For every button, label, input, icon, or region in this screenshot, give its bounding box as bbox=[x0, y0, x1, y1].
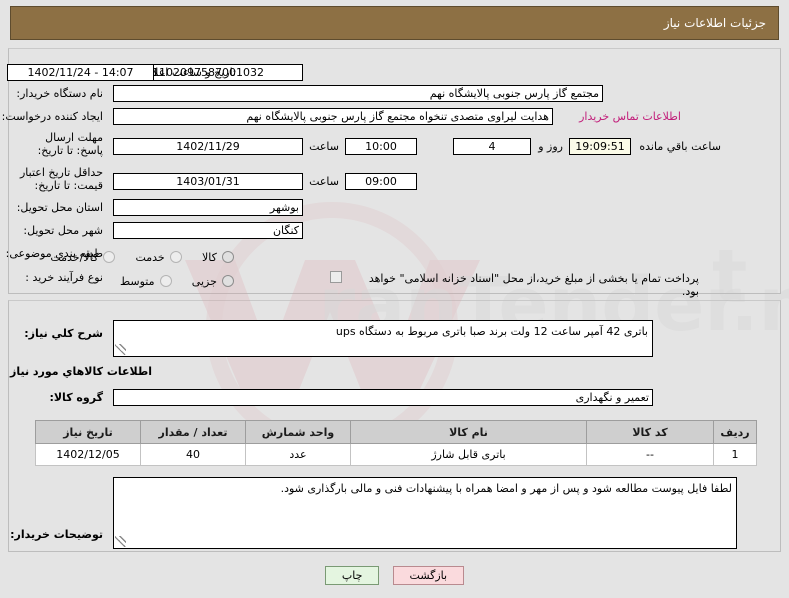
process-radio-jozei[interactable] bbox=[222, 274, 234, 287]
buyer-org-value[interactable]: مجتمع گاز پارس جنوبی پالایشگاه نهم bbox=[113, 85, 603, 102]
province-label: استان محل تحویل: bbox=[16, 201, 103, 214]
requester-value[interactable]: هدایت لیراوی متصدی تنخواه مجتمع گاز پارس… bbox=[113, 108, 553, 125]
buyer-org-label: نام دستگاه خریدار: bbox=[16, 87, 103, 100]
process-label: نوع فرآیند خرید : bbox=[25, 271, 103, 284]
category-radio-kala-khedmat[interactable] bbox=[103, 250, 116, 263]
category-radio-group: کالا خدمت کالا/خدمت bbox=[50, 246, 234, 265]
remaining-days-separator: روز و bbox=[538, 140, 563, 153]
price-validity-date[interactable]: 1403/01/31 bbox=[113, 173, 303, 190]
requester-label: ایجاد کننده درخواست: bbox=[1, 110, 103, 123]
price-validity-label: حداقل تاریخ اعتبار قیمت: تا تاریخ: bbox=[19, 166, 103, 192]
process-option-motevaset-label: متوسط bbox=[119, 275, 155, 288]
process-option-jozei-label: جزیی bbox=[191, 275, 217, 288]
table-header-row: ردیف کد کالا نام کالا واحد شمارش تعداد /… bbox=[35, 420, 757, 444]
category-option-khedmat-label: خدمت bbox=[135, 251, 165, 264]
deadline-date[interactable]: 1402/11/29 bbox=[113, 138, 303, 155]
description-textarea[interactable]: باتری 42 آمپر ساعت 12 ولت برند صبا باتری… bbox=[113, 320, 653, 357]
price-validity-time[interactable]: 09:00 bbox=[345, 173, 417, 190]
col-radif: ردیف bbox=[713, 420, 757, 444]
cell-code: -- bbox=[586, 443, 714, 466]
cell-name: باتری قابل شارژ bbox=[350, 443, 587, 466]
process-radio-group: جزیی متوسط bbox=[120, 270, 234, 289]
print-button[interactable]: چاپ bbox=[324, 566, 380, 585]
deadline-label: مهلت ارسال پاسخ: تا تاریخ: bbox=[37, 131, 103, 157]
category-option-kala-khedmat-label: کالا/خدمت bbox=[50, 251, 99, 264]
buyer-contact-link[interactable]: اطلاعات تماس خریدار bbox=[579, 110, 681, 123]
price-validity-hour-label: ساعت bbox=[309, 175, 339, 188]
cell-unit: عدد bbox=[245, 443, 351, 466]
treasury-checkbox[interactable] bbox=[330, 271, 342, 283]
col-code: کد کالا bbox=[586, 420, 714, 444]
city-label: شهر محل تحویل: bbox=[23, 224, 103, 237]
goods-table: ردیف کد کالا نام کالا واحد شمارش تعداد /… bbox=[35, 420, 757, 466]
table-row: 1 -- باتری قابل شارژ عدد 40 1402/12/05 bbox=[35, 443, 757, 466]
public-announce-value[interactable]: 14:07 - 1402/11/24 bbox=[7, 64, 154, 81]
goods-group-label: گروه کالا: bbox=[49, 391, 103, 404]
treasury-note-label: پرداخت تمام یا بخشی از مبلغ خرید،از محل … bbox=[368, 272, 699, 298]
process-radio-motevaset[interactable] bbox=[159, 274, 172, 287]
page-root: جزئیات اطلاعات نیاز شماره نیاز: 11020975… bbox=[0, 0, 789, 598]
province-value[interactable]: بوشهر bbox=[113, 199, 303, 216]
page-title: جزئیات اطلاعات نیاز bbox=[10, 6, 779, 40]
deadline-time[interactable]: 10:00 bbox=[345, 138, 417, 155]
remaining-days[interactable]: 4 bbox=[453, 138, 531, 155]
buyer-notes-label: توضیحات خریدار: bbox=[10, 528, 103, 541]
remaining-clock: 19:09:51 bbox=[569, 138, 631, 155]
category-radio-khedmat[interactable] bbox=[169, 250, 182, 263]
col-unit: واحد شمارش bbox=[245, 420, 351, 444]
buyer-notes-textarea[interactable]: لطفا فایل پیوست مطالعه شود و پس از مهر و… bbox=[113, 477, 737, 549]
back-button[interactable]: بازگشت bbox=[392, 566, 465, 585]
description-label: شرح کلي نیاز: bbox=[24, 327, 103, 340]
goods-group-value[interactable]: تعمیر و نگهداری bbox=[113, 389, 653, 406]
action-button-bar: بازگشت چاپ bbox=[0, 564, 789, 585]
category-option-kala-label: کالا bbox=[202, 251, 217, 264]
remaining-suffix: ساعت باقي مانده bbox=[639, 140, 721, 153]
deadline-hour-label: ساعت bbox=[309, 140, 339, 153]
cell-date: 1402/12/05 bbox=[35, 443, 141, 466]
cell-radif: 1 bbox=[713, 443, 757, 466]
cell-qty: 40 bbox=[140, 443, 246, 466]
col-date: تاریخ نیاز bbox=[35, 420, 141, 444]
col-qty: تعداد / مقدار bbox=[140, 420, 246, 444]
col-name: نام کالا bbox=[350, 420, 587, 444]
city-value[interactable]: کنگان bbox=[113, 222, 303, 239]
goods-section-heading: اطلاعات کالاهاي مورد نیاز bbox=[10, 365, 152, 378]
goods-table-wrapper: ردیف کد کالا نام کالا واحد شمارش تعداد /… bbox=[35, 420, 757, 466]
category-radio-kala[interactable] bbox=[222, 250, 234, 263]
